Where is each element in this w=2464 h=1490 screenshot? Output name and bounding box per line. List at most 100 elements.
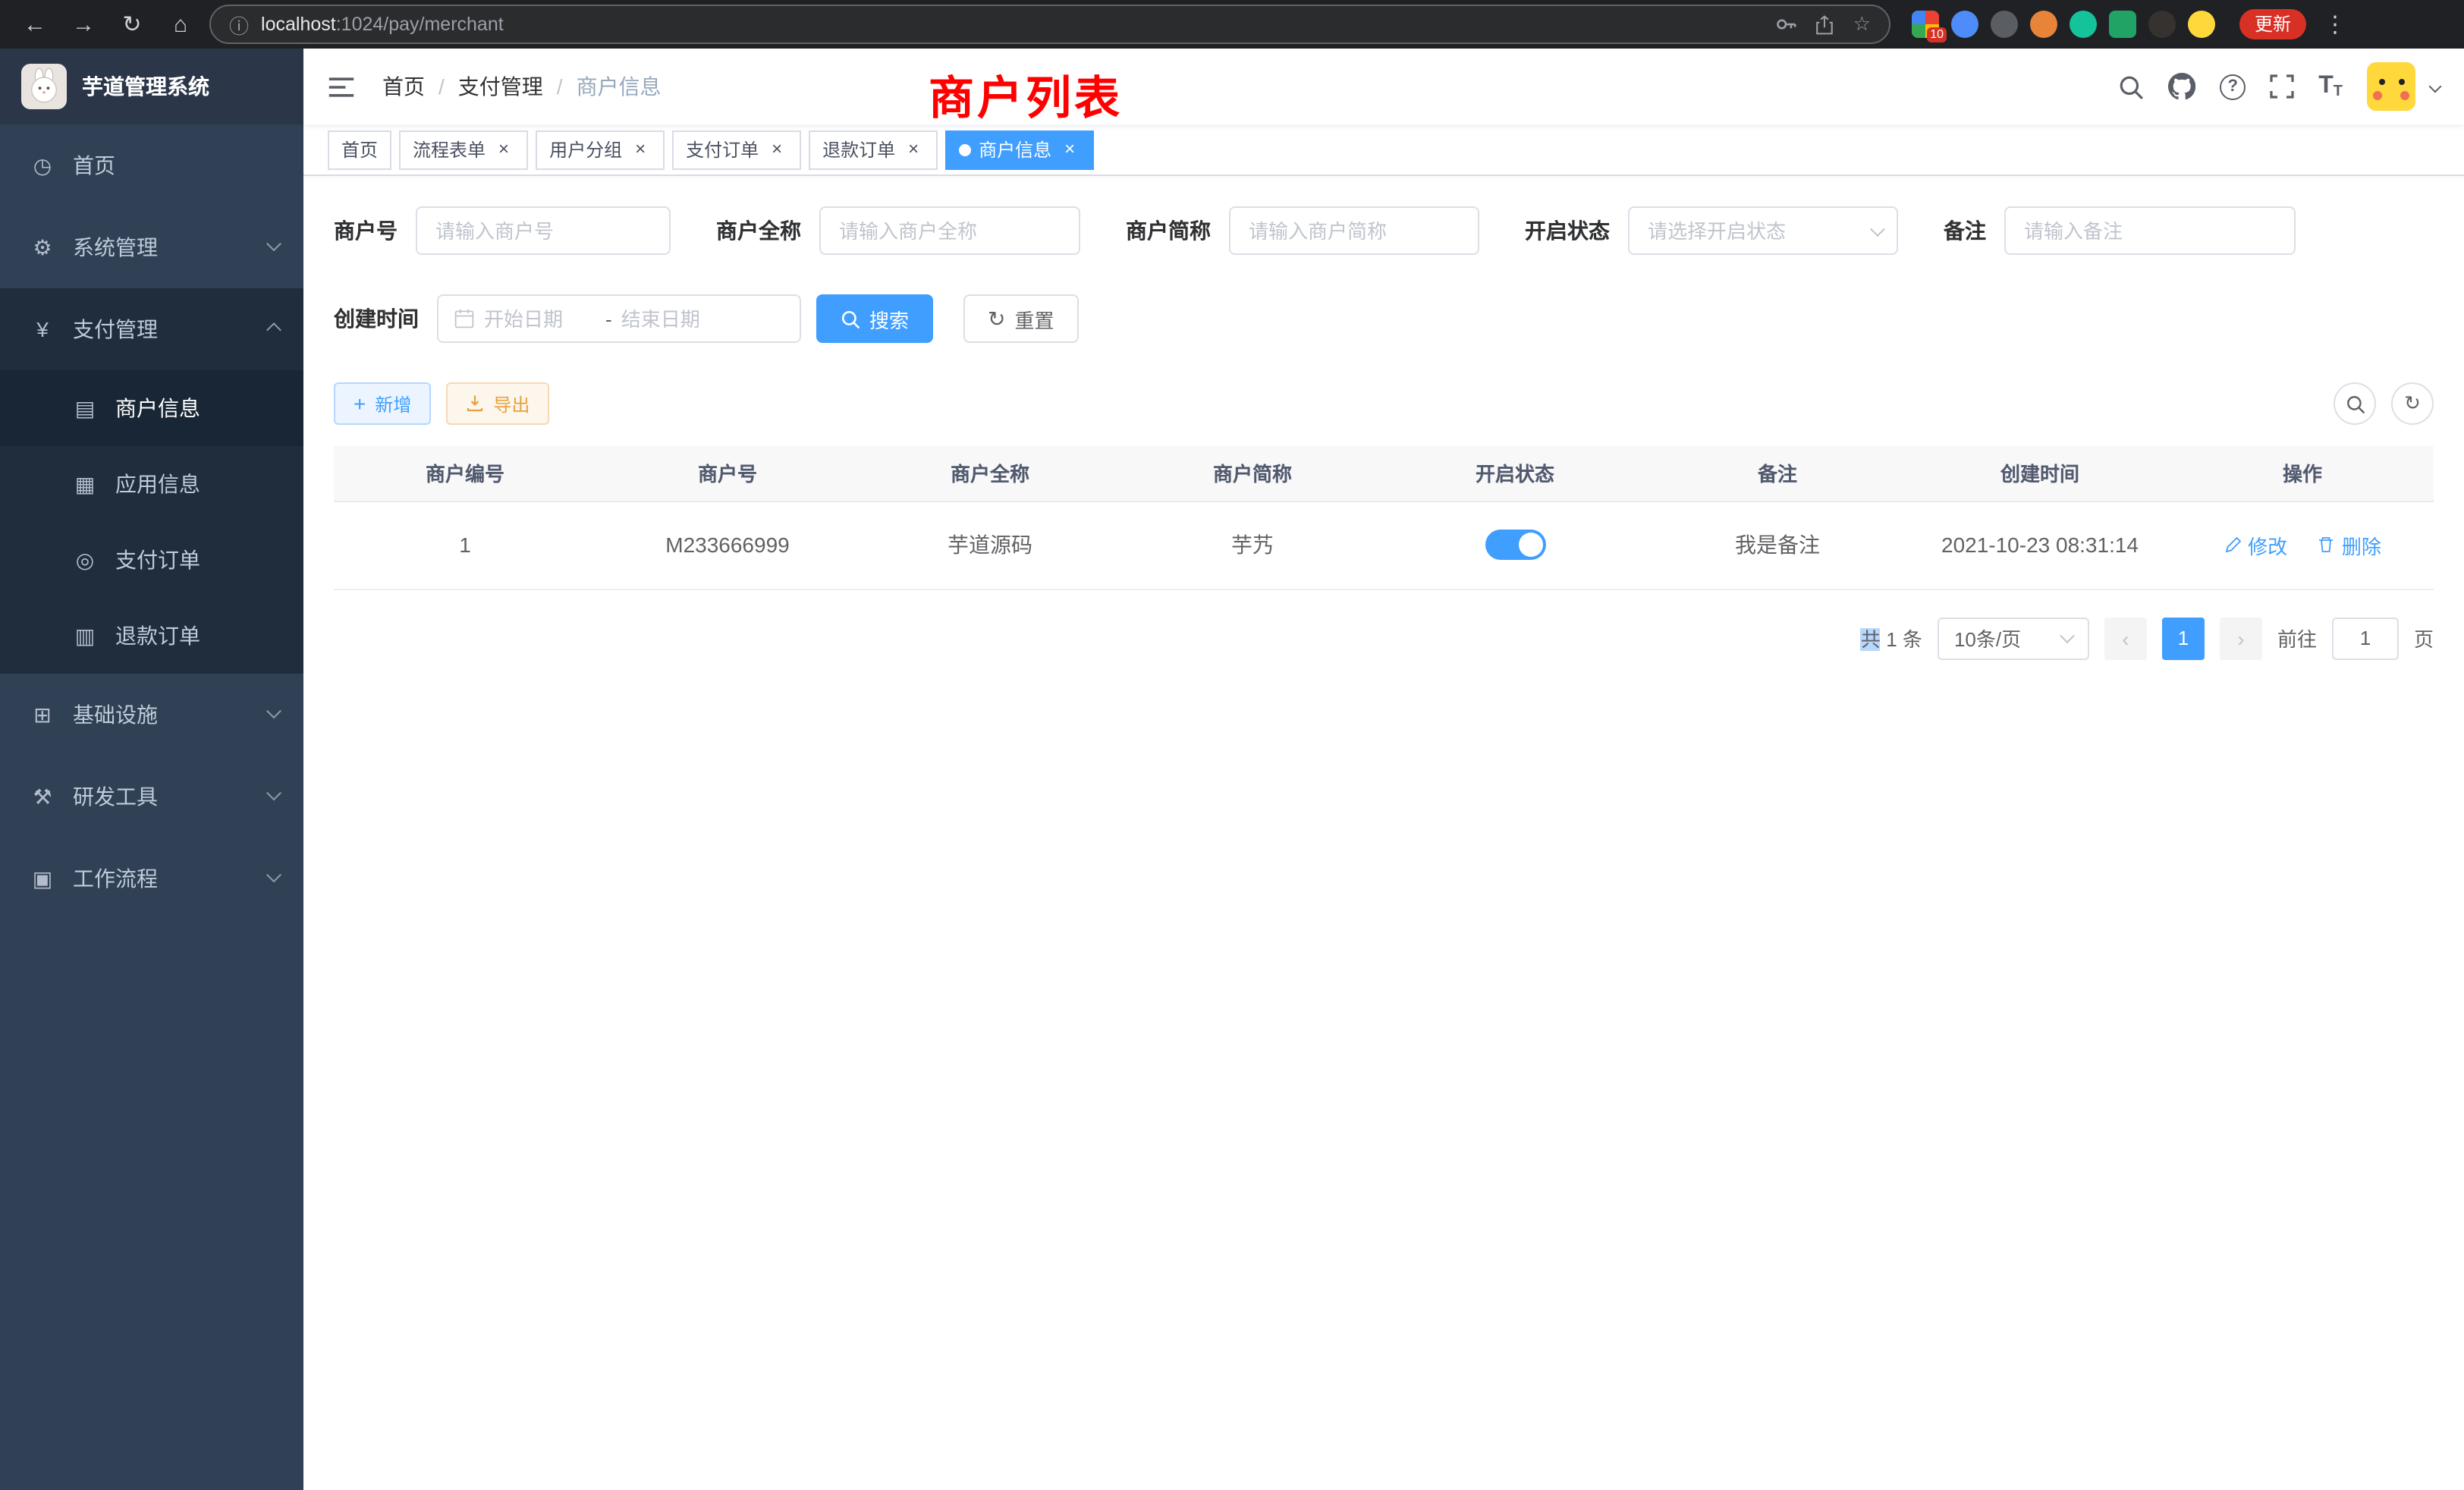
table-row: 1 M233666999 芋道源码 芋艿 我是备注 2021-10-23 08:…: [334, 501, 2434, 589]
search-button[interactable]: 搜索: [816, 294, 933, 343]
app-logo[interactable]: 芋道管理系统: [0, 49, 303, 124]
sidebar-item-refund-order[interactable]: ▥ 退款订单: [0, 598, 303, 674]
share-icon[interactable]: [1815, 14, 1835, 34]
extension-badge: 10: [1927, 27, 1947, 42]
page-1-button[interactable]: 1: [2162, 617, 2205, 659]
active-tab-dot: [959, 143, 971, 156]
chevron-down-icon: [266, 784, 281, 800]
merchant-card-icon: ▤: [73, 395, 97, 421]
toolbox-icon: ⚒: [30, 784, 55, 809]
help-icon[interactable]: ?: [2220, 74, 2246, 99]
download-icon: [466, 395, 484, 413]
reset-button[interactable]: ↻ 重置: [963, 294, 1079, 343]
short-name-input[interactable]: [1229, 206, 1479, 255]
sidebar-item-payment[interactable]: ¥ 支付管理: [0, 288, 303, 370]
close-tab-icon[interactable]: ×: [903, 139, 924, 160]
url-text[interactable]: localhost:1024/pay/merchant: [261, 14, 504, 35]
tab-process-form[interactable]: 流程表单 ×: [399, 130, 528, 169]
refresh-table-icon[interactable]: ↻: [2391, 382, 2434, 425]
col-remark: 备注: [1646, 446, 1909, 501]
start-date-input[interactable]: [484, 307, 596, 330]
sidebar-item-app-info[interactable]: ▦ 应用信息: [0, 446, 303, 522]
reload-icon[interactable]: ↻: [112, 5, 152, 44]
sidebar-item-infra[interactable]: ⊞ 基础设施: [0, 674, 303, 756]
search-icon[interactable]: [2118, 74, 2144, 99]
fullscreen-icon[interactable]: [2270, 74, 2294, 99]
tab-user-group[interactable]: 用户分组 ×: [536, 130, 665, 169]
back-icon[interactable]: ←: [15, 5, 55, 44]
sidebar-item-label: 支付订单: [115, 545, 200, 575]
site-info-icon[interactable]: ⓘ: [229, 10, 249, 39]
col-status: 开启状态: [1384, 446, 1646, 501]
hamburger-icon[interactable]: [328, 75, 355, 98]
add-button[interactable]: + 新增: [334, 382, 431, 425]
password-key-icon[interactable]: [1776, 14, 1797, 35]
extension-icon-6[interactable]: [2109, 11, 2136, 38]
monitor-icon: ⊞: [30, 702, 55, 728]
date-range-picker[interactable]: -: [437, 294, 801, 343]
next-page-button[interactable]: ›: [2220, 617, 2262, 659]
export-button[interactable]: 导出: [446, 382, 549, 425]
close-tab-icon[interactable]: ×: [1059, 139, 1080, 160]
sidebar-item-label: 应用信息: [115, 469, 200, 499]
sidebar-item-system[interactable]: ⚙ 系统管理: [0, 206, 303, 288]
chevron-down-icon: [266, 866, 281, 882]
browser-menu-icon[interactable]: ⋮: [2315, 5, 2355, 44]
extension-icon-2[interactable]: [1951, 11, 1978, 38]
close-tab-icon[interactable]: ×: [493, 139, 514, 160]
extension-icon-7[interactable]: [2148, 11, 2176, 38]
breadcrumb-home[interactable]: 首页: [382, 71, 425, 102]
extension-icon-3[interactable]: [1991, 11, 2018, 38]
home-icon[interactable]: ⌂: [161, 5, 200, 44]
status-label: 开启状态: [1525, 215, 1610, 246]
avatar[interactable]: [2367, 62, 2415, 111]
chevron-down-icon: [266, 703, 281, 718]
sidebar-item-devtools[interactable]: ⚒ 研发工具: [0, 756, 303, 838]
avatar-caret-icon[interactable]: [2429, 80, 2442, 93]
sidebar-item-label: 商户信息: [115, 393, 200, 423]
status-select[interactable]: [1628, 206, 1898, 255]
sidebar: 芋道管理系统 ◷ 首页 ⚙ 系统管理 ¥ 支付管理: [0, 49, 303, 1490]
extension-toolbar: 10: [1912, 11, 2215, 38]
edit-link[interactable]: 修改: [2224, 530, 2287, 559]
extension-icon-1[interactable]: 10: [1912, 11, 1939, 38]
sidebar-item-label: 首页: [73, 150, 115, 181]
address-bar[interactable]: ⓘ localhost:1024/pay/merchant ☆: [209, 5, 1890, 44]
gear-icon: ⚙: [30, 234, 55, 260]
github-icon[interactable]: [2168, 73, 2195, 100]
full-name-input[interactable]: [819, 206, 1080, 255]
briefcase-icon: ▣: [30, 866, 55, 891]
sidebar-item-pay-order[interactable]: ◎ 支付订单: [0, 522, 303, 598]
tab-refund-order[interactable]: 退款订单 ×: [809, 130, 938, 169]
toggle-search-icon[interactable]: [2334, 382, 2376, 425]
sidebar-item-home[interactable]: ◷ 首页: [0, 124, 303, 206]
tab-pay-order[interactable]: 支付订单 ×: [672, 130, 801, 169]
font-size-icon[interactable]: TT: [2318, 73, 2343, 100]
end-date-input[interactable]: [621, 307, 734, 330]
chevron-down-icon: [266, 235, 281, 250]
remark-input[interactable]: [2004, 206, 2296, 255]
extension-icon-4[interactable]: [2030, 11, 2057, 38]
browser-update-button[interactable]: 更新: [2239, 9, 2306, 39]
merchant-no-input[interactable]: [416, 206, 671, 255]
delete-link[interactable]: 删除: [2318, 530, 2381, 559]
tab-home[interactable]: 首页: [328, 130, 391, 169]
navbar-actions: ? TT: [2118, 62, 2440, 111]
merchant-table: 商户编号 商户号 商户全称 商户简称 开启状态 备注 创建时间 操作 1: [334, 446, 2434, 589]
tab-merchant-info[interactable]: 商户信息 ×: [945, 130, 1094, 169]
extension-icon-5[interactable]: [2070, 11, 2097, 38]
close-tab-icon[interactable]: ×: [630, 139, 651, 160]
full-name-label: 商户全称: [716, 215, 801, 246]
status-toggle[interactable]: [1485, 530, 1545, 560]
extension-icon-8[interactable]: [2188, 11, 2215, 38]
close-tab-icon[interactable]: ×: [766, 139, 787, 160]
prev-page-button[interactable]: ‹: [2104, 617, 2147, 659]
sidebar-item-merchant-info[interactable]: ▤ 商户信息: [0, 370, 303, 446]
sidebar-item-workflow[interactable]: ▣ 工作流程: [0, 838, 303, 919]
bookmark-star-icon[interactable]: ☆: [1853, 12, 1871, 36]
page-size-select[interactable]: 10条/页: [1938, 617, 2089, 659]
goto-page-input[interactable]: [2332, 617, 2399, 659]
breadcrumb-payment[interactable]: 支付管理: [458, 71, 543, 102]
total-text: 共 1 条: [1861, 624, 1922, 652]
forward-icon[interactable]: →: [64, 5, 103, 44]
